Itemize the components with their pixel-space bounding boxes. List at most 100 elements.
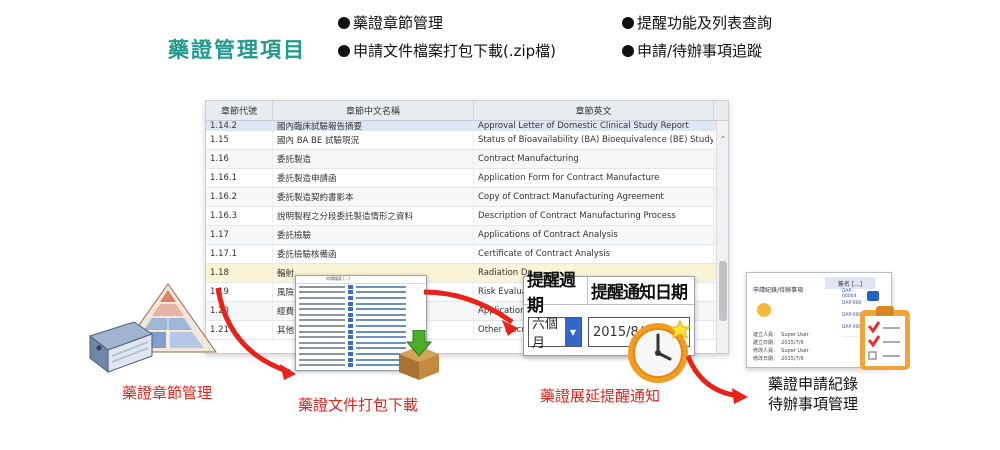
- download-box-icon: [399, 330, 439, 380]
- record-more-button[interactable]: [867, 291, 879, 301]
- bullet-reminder: 提醒功能及列表查詢: [622, 12, 772, 33]
- doclist-line-text: [299, 319, 345, 322]
- cell-en-name: Application Form for Contract Manufactur…: [474, 169, 714, 187]
- col-header-code[interactable]: 章節代號: [206, 101, 273, 120]
- doclist-line-text: [299, 285, 345, 288]
- doclist-line-text: [299, 347, 345, 350]
- file-icon: [348, 284, 353, 289]
- record-id[interactable]: DAP-00004: [842, 289, 862, 301]
- cell-en-name: Applications of Contract Analysis: [474, 226, 714, 244]
- file-icon: [348, 290, 353, 295]
- doclist-line-text: [299, 358, 345, 361]
- doclist-line-text: [299, 302, 345, 305]
- bullet-tracking: 申請/待辦事項追蹤: [622, 40, 762, 61]
- cell-cn-name: 委託製造申請函: [273, 169, 474, 187]
- doclist-line-text: [299, 291, 345, 294]
- cell-en-name: Status of Bioavailability (BA) Bioequiva…: [474, 131, 714, 149]
- bullet-zip-download: 申請文件檔案打包下載(.zip檔): [338, 40, 556, 61]
- record-title: 申請紀錄/待辦事項: [753, 287, 804, 294]
- arrow-head-icon: [732, 388, 748, 404]
- table-row[interactable]: 1.17 委託檢驗 Applications of Contract Analysi…: [206, 226, 728, 245]
- bullet-dot-icon: [338, 45, 350, 57]
- col-header-en[interactable]: 章節英文: [474, 101, 714, 120]
- doclist-line-link: [356, 324, 406, 327]
- table-row[interactable]: 1.16.1 委託製造申請函 Application Form for Contra…: [206, 169, 728, 188]
- caption-extend-reminder: 藥證展延提醒通知: [540, 387, 661, 405]
- cell-cn-name: 委託檢驗: [273, 226, 474, 244]
- cell-code: 1.18: [206, 264, 273, 282]
- doclist-header: 申請檔案 [...]: [296, 276, 426, 284]
- file-icon: [348, 329, 353, 334]
- checklist-clipboard-icon: [860, 306, 910, 370]
- doclist-line-link: [356, 291, 406, 294]
- cell-code: 1.16.1: [206, 169, 273, 187]
- file-icon: [348, 312, 353, 317]
- table-row[interactable]: 1.16.3 說明製程之分段委託製造情形之資料 Description of Con…: [206, 207, 728, 226]
- arrow-head-icon: [280, 364, 296, 380]
- table-scrollbar[interactable]: ⌃: [716, 121, 728, 353]
- file-icon: [348, 301, 353, 306]
- comment-icon: [757, 303, 771, 317]
- caption-download: 藥證文件打包下載: [298, 396, 419, 414]
- file-icon: [348, 295, 353, 300]
- doclist-line-link: [356, 296, 406, 299]
- bullet-dot-icon: [338, 17, 350, 29]
- bullet-chapter-mgmt: 藥證章節管理: [338, 12, 443, 33]
- file-icon: [348, 318, 353, 323]
- col-header-cn[interactable]: 章節中文名稱: [273, 101, 474, 120]
- doclist-line-link: [356, 302, 406, 305]
- doclist-line-link: [356, 308, 406, 311]
- cell-code: 1.15: [206, 131, 273, 149]
- page-title: 藥證管理項目: [168, 38, 306, 62]
- doclist-line-text: [299, 330, 345, 333]
- reminder-header: 提醒週期 提醒通知日期: [524, 271, 694, 316]
- doclist-line-text: [299, 364, 345, 367]
- file-icon: [348, 363, 353, 368]
- file-icon: [348, 340, 353, 345]
- doclist-line-link: [356, 319, 406, 322]
- cell-en-name: Description of Contract Manufacturing Pr…: [474, 207, 714, 225]
- doclist-line-text: [299, 341, 345, 344]
- cell-cn-name: 委託製造: [273, 150, 474, 168]
- table-row[interactable]: 1.16.2 委託製造契約書影本 Copy of Contract Manufact…: [206, 188, 728, 207]
- doclist-line-link: [356, 313, 406, 316]
- record-info: 建立人員： Super User 建立日期： 2015/7/6 修改人員： Su…: [753, 332, 809, 362]
- table-header: 章節代號 章節中文名稱 章節英文: [206, 101, 728, 121]
- file-icon: [348, 323, 353, 328]
- record-grid-header: 簽名 [...]: [825, 277, 875, 289]
- cell-code: 1.16.3: [206, 207, 273, 225]
- cell-en-name: Copy of Contract Manufacturing Agreement: [474, 188, 714, 206]
- doclist-line-text: [299, 313, 345, 316]
- doclist-line-text: [299, 308, 345, 311]
- cell-cn-name: 委託製造契約書影本: [273, 188, 474, 206]
- reminder-date-label: 提醒通知日期: [591, 283, 688, 303]
- doclist-line-text: [299, 324, 345, 327]
- bullet-dot-icon: [622, 45, 634, 57]
- alarm-clock-icon: [628, 319, 692, 383]
- file-icon: [348, 335, 353, 340]
- file-icon: [348, 346, 353, 351]
- cell-code: 1.16.2: [206, 188, 273, 206]
- doclist-line-text: [299, 296, 345, 299]
- scroll-thumb[interactable]: [719, 261, 727, 321]
- doclist-line-text: [299, 336, 345, 339]
- cell-cn-name: 委託檢驗核備函: [273, 245, 474, 263]
- table-row[interactable]: 1.16 委託製造 Contract Manufacturing: [206, 150, 728, 169]
- cell-code: 1.17: [206, 226, 273, 244]
- cell-en-name: Certificate of Contract Analysis: [474, 245, 714, 263]
- dropdown-arrow-icon[interactable]: ▼: [565, 318, 581, 346]
- period-select[interactable]: 六個月 ▼: [528, 317, 582, 351]
- cell-code: 1.16: [206, 150, 273, 168]
- table-row[interactable]: 1.15 國內 BA BE 試驗現況 Status of Bioavailabili…: [206, 131, 728, 150]
- table-row[interactable]: 1.14.2 國內臨床試驗報告摘要 Approval Letter of Dom…: [206, 121, 728, 131]
- file-icon: [348, 307, 353, 312]
- table-row[interactable]: 1.17.1 委託檢驗核備函 Certificate of Contract Ana…: [206, 245, 728, 264]
- cell-cn-name: 國內 BA BE 試驗現況: [273, 131, 474, 149]
- cell-code: 1.17.1: [206, 245, 273, 263]
- scroll-up-icon[interactable]: ⌃: [718, 135, 728, 145]
- doclist-line-text: [299, 352, 345, 355]
- binder-icon: [88, 321, 154, 374]
- caption-apply-record: 藥證申請紀錄 待辦事項管理: [768, 375, 859, 413]
- bullet-dot-icon: [622, 17, 634, 29]
- reminder-period-label: 提醒週期: [524, 271, 588, 316]
